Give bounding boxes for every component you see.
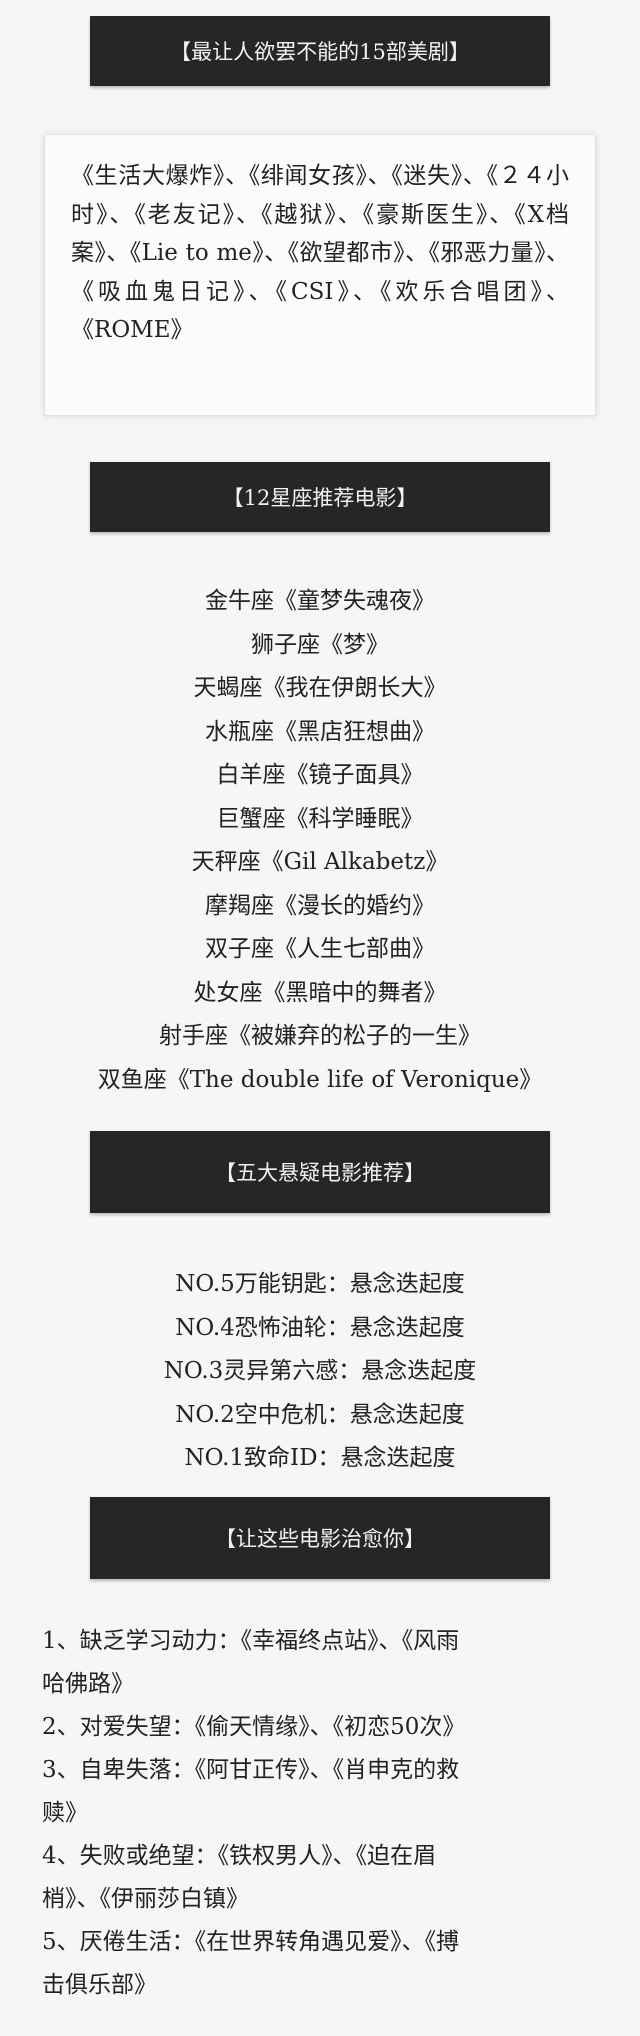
list-item: NO.5万能钥匙：悬念迭起度 [175, 1271, 465, 1297]
list-item: 处女座《黑暗中的舞者》 [193, 979, 447, 1006]
section-title: 【五大悬疑电影推荐】 [215, 1161, 425, 1185]
section-title: 【最让人欲罢不能的15部美剧】 [170, 40, 470, 64]
list-item-line: 哈佛路》 [42, 1671, 134, 1697]
list-item: 巨蟹座《科学睡眠》 [216, 805, 424, 832]
list-item: 射手座《被嫌弃的松子的一生》 [159, 1023, 481, 1049]
list-item: 2、对爱失望：《偷天情缘》、《初恋50次》 [42, 1706, 592, 1749]
tv-series-list-text: 《生活大爆炸》、《绯闻女孩》、《迷失》、《２４小时》、《老友记》、《越狱》、《豪… [71, 163, 569, 343]
list-item: NO.2空中危机：悬念迭起度 [175, 1401, 465, 1428]
list-item-line: 2、对爱失望：《偷天情缘》、《初恋50次》 [42, 1714, 466, 1740]
list-item: 1、缺乏学习动力：《幸福终点站》、《风雨 哈佛路》 [42, 1620, 592, 1706]
list-item: 3、自卑失落：《阿甘正传》、《肖申克的救 赎》 [42, 1749, 592, 1835]
list-item-line: 5、厌倦生活：《在世界转角遇见爱》、《搏 [42, 1929, 460, 1955]
suspense-movie-list: NO.5万能钥匙：悬念迭起度 NO.4恐怖油轮：悬念迭起度 NO.3灵异第六感：… [0, 1263, 640, 1481]
tv-series-box: 《生活大爆炸》、《绯闻女孩》、《迷失》、《２４小时》、《老友记》、《越狱》、《豪… [44, 134, 596, 416]
list-item: 5、厌倦生活：《在世界转角遇见爱》、《搏 击俱乐部》 [42, 1921, 592, 2007]
healing-movie-list: 1、缺乏学习动力：《幸福终点站》、《风雨 哈佛路》 2、对爱失望：《偷天情缘》、… [42, 1620, 592, 2007]
list-item: 狮子座《梦》 [251, 631, 389, 658]
list-item-line: 3、自卑失落：《阿甘正传》、《肖申克的救 [42, 1757, 460, 1783]
list-item-line: 击俱乐部》 [42, 1972, 157, 1998]
section-header-us-tv-series: 【最让人欲罢不能的15部美剧】 [90, 16, 550, 86]
list-item: NO.4恐怖油轮：悬念迭起度 [175, 1314, 465, 1341]
section-title: 【12星座推荐电影】 [222, 486, 418, 510]
list-item: 金牛座《童梦失魂夜》 [205, 588, 435, 614]
list-item: 水瓶座《黑店狂想曲》 [205, 718, 435, 745]
section-header-zodiac-movies: 【12星座推荐电影】 [90, 462, 550, 532]
list-item-line: 1、缺乏学习动力：《幸福终点站》、《风雨 [42, 1628, 460, 1654]
zodiac-movie-list: 金牛座《童梦失魂夜》 狮子座《梦》 天蝎座《我在伊朗长大》 水瓶座《黑店狂想曲》… [0, 580, 640, 1102]
list-item: NO.3灵异第六感：悬念迭起度 [163, 1358, 477, 1384]
list-item: 双子座《人生七部曲》 [205, 936, 435, 962]
list-item: NO.1致命ID：悬念迭起度 [184, 1445, 456, 1471]
list-item-line: 赎》 [42, 1800, 88, 1826]
list-item: 摩羯座《漫长的婚约》 [205, 892, 435, 919]
list-item: 白羊座《镜子面具》 [216, 762, 424, 788]
list-item-line: 梢》、《伊丽莎白镇》 [42, 1886, 249, 1912]
section-header-suspense-movies: 【五大悬疑电影推荐】 [90, 1131, 550, 1213]
list-item: 双鱼座《The double life of Veronique》 [97, 1066, 543, 1093]
list-item: 天蝎座《我在伊朗长大》 [193, 675, 447, 701]
list-item-line: 4、失败或绝望：《铁权男人》、《迫在眉 [42, 1843, 437, 1869]
list-item: 4、失败或绝望：《铁权男人》、《迫在眉 梢》、《伊丽莎白镇》 [42, 1835, 592, 1921]
section-header-healing-movies: 【让这些电影治愈你】 [90, 1497, 550, 1579]
list-item: 天秤座《Gil Alkabetz》 [191, 849, 449, 875]
section-title: 【让这些电影治愈你】 [215, 1527, 425, 1551]
